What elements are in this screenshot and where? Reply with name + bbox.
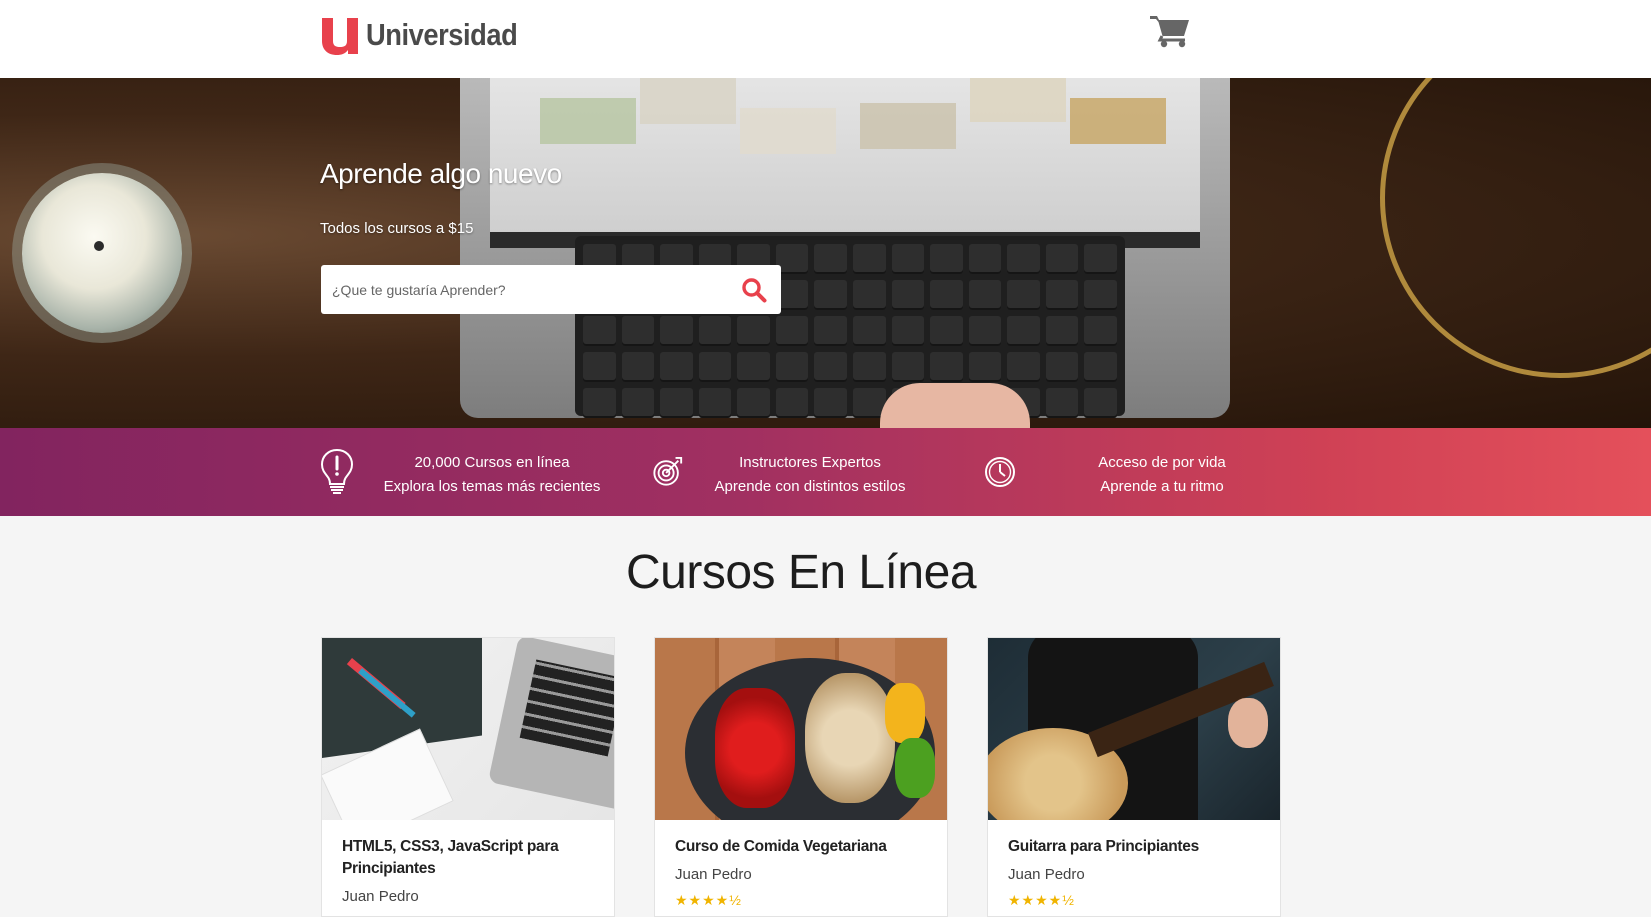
rating-stars: ★★★★½ (675, 892, 742, 908)
logo[interactable]: Universidad (320, 14, 538, 56)
laptop-keyboard (575, 236, 1125, 418)
hero-subtitle: Todos los cursos a $15 (320, 220, 474, 237)
decorative-ring (1380, 78, 1651, 378)
target-icon (653, 456, 683, 486)
course-author: Juan Pedro (342, 888, 419, 905)
search-icon[interactable] (741, 277, 767, 303)
section-title: Cursos En Línea (625, 546, 977, 599)
feature-access-subtitle: Aprende a tu ritmo (1100, 478, 1224, 495)
course-card[interactable]: Curso de Comida Vegetariana Juan Pedro ★… (654, 637, 948, 917)
feature-instructors-subtitle: Aprende con distintos estilos (714, 478, 906, 495)
feature-access-title: Acceso de por vida (1098, 454, 1226, 471)
clock-icon (985, 457, 1015, 487)
course-author: Juan Pedro (1008, 866, 1085, 883)
course-title[interactable]: HTML5, CSS3, JavaScript para Principiant… (342, 836, 598, 880)
search-bar (321, 265, 781, 314)
course-title[interactable]: Curso de Comida Vegetariana (675, 836, 931, 858)
logo-text: Universidad (366, 17, 518, 52)
shopping-cart-icon[interactable] (1150, 14, 1190, 48)
course-image-vegetarian (655, 638, 947, 820)
course-card[interactable]: HTML5, CSS3, JavaScript para Principiant… (321, 637, 615, 917)
hero-title: Aprende algo nuevo (320, 158, 562, 189)
candle-image (22, 173, 182, 333)
logo-mark-icon (322, 18, 358, 55)
lightbulb-icon (320, 448, 354, 494)
course-card[interactable]: Guitarra para Principiantes Juan Pedro ★… (987, 637, 1281, 917)
site-header: Universidad (0, 0, 1651, 78)
course-author: Juan Pedro (675, 866, 752, 883)
hero-banner: Aprende algo nuevo Todos los cursos a $1… (0, 78, 1651, 428)
features-band: 20,000 Cursos en línea Explora los temas… (0, 428, 1651, 516)
course-title[interactable]: Guitarra para Principiantes (1008, 836, 1264, 858)
course-image-guitar (988, 638, 1280, 820)
feature-courses-title: 20,000 Cursos en línea (414, 454, 570, 471)
search-input[interactable] (321, 265, 721, 314)
course-image-html-css (322, 638, 614, 820)
laptop-screen (490, 78, 1200, 248)
hand-image (880, 383, 1030, 428)
rating-stars: ★★★★½ (1008, 892, 1075, 908)
feature-instructors-title: Instructores Expertos (739, 454, 881, 471)
feature-courses-subtitle: Explora los temas más recientes (383, 478, 601, 495)
